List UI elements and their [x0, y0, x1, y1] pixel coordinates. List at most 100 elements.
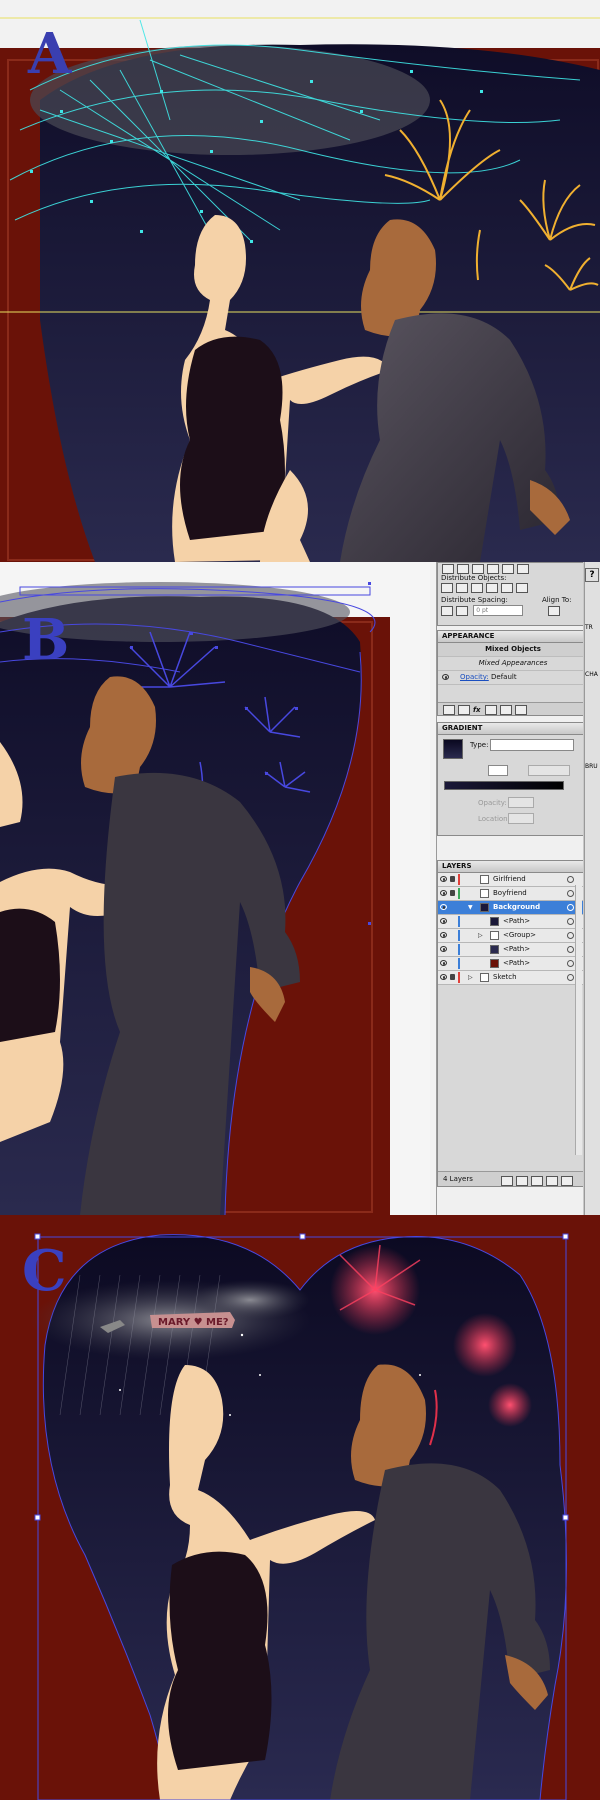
- opacity-link[interactable]: Opacity:: [460, 673, 489, 681]
- gradient-location-input[interactable]: [508, 813, 534, 824]
- spacing-input[interactable]: 0 pt: [473, 605, 524, 616]
- layer-color-swatch: [458, 874, 460, 885]
- layer-name[interactable]: <Path>: [503, 957, 530, 970]
- gradient-type-label: Type:: [470, 741, 489, 749]
- distribute-bottom-icon[interactable]: [471, 583, 483, 593]
- appearance-footer: fx: [438, 702, 584, 715]
- lock-icon[interactable]: [450, 890, 455, 896]
- layer-color-swatch: [458, 916, 460, 927]
- gradient-panel: GRADIENT Type: Opacity: Location:: [437, 722, 585, 836]
- step-letter-a: A: [28, 21, 72, 87]
- eye-icon[interactable]: [440, 876, 447, 882]
- align-right-icon[interactable]: [472, 564, 484, 574]
- eye-icon[interactable]: [440, 932, 447, 938]
- eye-icon[interactable]: [440, 890, 447, 896]
- expand-triangle-icon[interactable]: ▷: [468, 971, 473, 984]
- eye-icon[interactable]: [442, 674, 449, 680]
- help-icon[interactable]: ?: [585, 568, 599, 582]
- distribute-objects-label: Distribute Objects:: [441, 574, 507, 582]
- target-icon[interactable]: [567, 946, 574, 953]
- layer-row-boyfriend[interactable]: Boyfriend: [438, 887, 584, 901]
- target-icon[interactable]: [567, 876, 574, 883]
- layers-footer: 4 Layers: [438, 1171, 584, 1186]
- transform-tab[interactable]: TR: [585, 622, 600, 634]
- gradient-swatch[interactable]: [443, 739, 463, 759]
- gradient-opacity-input[interactable]: [508, 797, 534, 808]
- layer-row-path[interactable]: <Path>: [438, 943, 584, 957]
- new-sublayer-icon[interactable]: [531, 1176, 543, 1186]
- layer-name[interactable]: <Group>: [503, 929, 536, 942]
- target-icon[interactable]: [567, 932, 574, 939]
- gradient-tab[interactable]: GRADIENT: [438, 723, 584, 735]
- distribute-top-icon[interactable]: [441, 583, 453, 593]
- layer-color-swatch: [458, 902, 460, 913]
- layer-row-girlfriend[interactable]: Girlfriend: [438, 873, 584, 887]
- eye-icon[interactable]: [440, 960, 447, 966]
- locate-object-icon[interactable]: [501, 1176, 513, 1186]
- new-stroke-icon[interactable]: [443, 705, 455, 715]
- align-top-icon[interactable]: [487, 564, 499, 574]
- delete-item-icon[interactable]: [514, 705, 527, 715]
- layer-row-path[interactable]: <Path>: [438, 915, 584, 929]
- align-bottom-icon[interactable]: [517, 564, 529, 574]
- appearance-tab[interactable]: APPEARANCE: [438, 631, 584, 643]
- lock-icon[interactable]: [450, 876, 455, 882]
- distribute-right-icon[interactable]: [516, 583, 528, 593]
- gradient-aspect-input[interactable]: [528, 765, 570, 776]
- layer-row-sketch[interactable]: ▷ Sketch: [438, 971, 584, 985]
- character-tab[interactable]: CHA: [585, 669, 600, 681]
- firework-red: [453, 1313, 517, 1377]
- gradient-type-select[interactable]: [490, 739, 574, 751]
- distribute-spacing-label: Distribute Spacing:: [441, 596, 508, 604]
- expand-triangle-icon[interactable]: ▼: [468, 901, 473, 914]
- target-icon[interactable]: [567, 918, 574, 925]
- new-layer-icon[interactable]: [546, 1176, 558, 1186]
- layer-color-swatch: [458, 972, 460, 983]
- target-icon[interactable]: [567, 960, 574, 967]
- clear-appearance-icon[interactable]: [484, 705, 497, 715]
- align-left-icon[interactable]: [442, 564, 454, 574]
- distribute-left-icon[interactable]: [486, 583, 498, 593]
- make-clipping-mask-icon[interactable]: [516, 1176, 528, 1186]
- eye-icon[interactable]: [440, 974, 447, 980]
- eye-icon[interactable]: [440, 918, 447, 924]
- eye-icon[interactable]: [440, 904, 447, 910]
- step-letter-c: C: [22, 1238, 67, 1304]
- brushes-tab[interactable]: BRU: [585, 761, 600, 773]
- delete-layer-icon[interactable]: [561, 1176, 573, 1186]
- gradient-angle-input[interactable]: [488, 765, 508, 776]
- layer-row-path[interactable]: <Path>: [438, 957, 584, 971]
- layer-name[interactable]: Sketch: [493, 971, 517, 984]
- spacing-horizontal-icon[interactable]: [456, 605, 468, 616]
- layer-name[interactable]: Girlfriend: [493, 873, 526, 886]
- distribute-vcenter-icon[interactable]: [456, 583, 468, 593]
- duplicate-item-icon[interactable]: [499, 705, 512, 715]
- layer-row-group[interactable]: ▷ <Group>: [438, 929, 584, 943]
- align-middle-icon[interactable]: [502, 564, 514, 574]
- layer-name[interactable]: <Path>: [503, 943, 530, 956]
- appearance-opacity-row[interactable]: Opacity: Default: [438, 671, 584, 685]
- fx-icon[interactable]: fx: [473, 706, 481, 714]
- expand-triangle-icon[interactable]: ▷: [478, 929, 483, 942]
- eye-icon[interactable]: [440, 946, 447, 952]
- align-center-icon[interactable]: [457, 564, 469, 574]
- target-icon[interactable]: [567, 974, 574, 981]
- layers-tab[interactable]: LAYERS: [438, 861, 584, 873]
- target-icon[interactable]: [567, 904, 574, 911]
- spacing-vertical-icon[interactable]: [441, 605, 453, 616]
- layer-name[interactable]: Boyfriend: [493, 887, 527, 900]
- new-fill-icon[interactable]: [458, 705, 470, 715]
- lock-icon[interactable]: [450, 974, 455, 980]
- distribute-hcenter-icon[interactable]: [501, 583, 513, 593]
- layer-name[interactable]: Background: [493, 901, 540, 914]
- layer-name[interactable]: <Path>: [503, 915, 530, 928]
- appearance-mixed-appearances: Mixed Appearances: [438, 657, 584, 671]
- align-to-selection-icon[interactable]: [548, 606, 560, 616]
- layers-scrollbar[interactable]: [575, 885, 582, 1155]
- layer-thumbnail: [490, 931, 499, 940]
- distribute-objects-buttons[interactable]: [438, 583, 584, 595]
- gradient-slider[interactable]: [444, 781, 564, 790]
- align-buttons-row[interactable]: [438, 563, 584, 574]
- target-icon[interactable]: [567, 890, 574, 897]
- layer-row-background[interactable]: ▼ Background: [438, 901, 584, 915]
